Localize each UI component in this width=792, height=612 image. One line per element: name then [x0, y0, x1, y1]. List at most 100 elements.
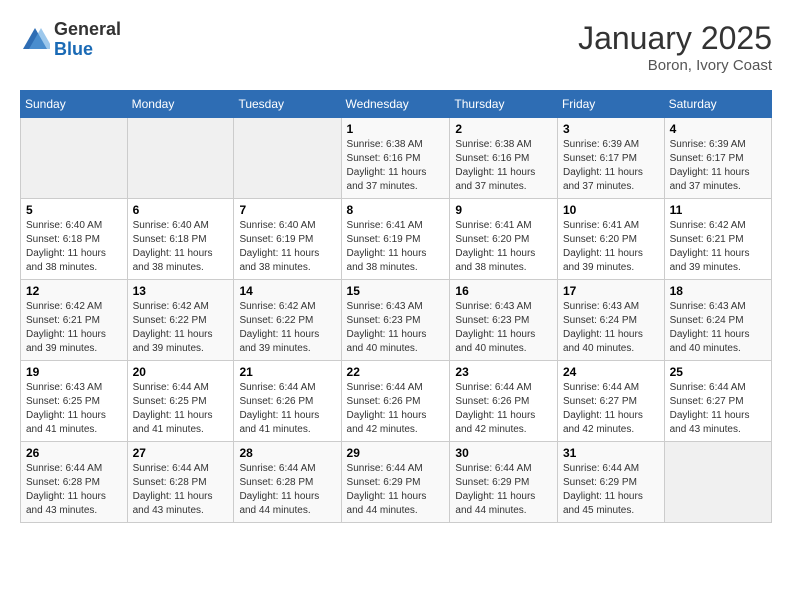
day-number: 16 — [455, 284, 552, 298]
day-info: Sunrise: 6:44 AM Sunset: 6:28 PM Dayligh… — [133, 462, 229, 518]
day-number: 6 — [133, 203, 229, 217]
day-info: Sunrise: 6:44 AM Sunset: 6:28 PM Dayligh… — [239, 462, 335, 518]
day-number: 7 — [239, 203, 335, 217]
calendar-header-cell: Saturday — [664, 91, 771, 118]
day-info: Sunrise: 6:40 AM Sunset: 6:18 PM Dayligh… — [133, 219, 229, 275]
calendar-day-cell — [234, 118, 341, 199]
day-info: Sunrise: 6:40 AM Sunset: 6:18 PM Dayligh… — [26, 219, 122, 275]
day-info: Sunrise: 6:44 AM Sunset: 6:27 PM Dayligh… — [563, 381, 659, 437]
calendar-day-cell: 20 Sunrise: 6:44 AM Sunset: 6:25 PM Dayli… — [127, 361, 234, 442]
day-info: Sunrise: 6:43 AM Sunset: 6:24 PM Dayligh… — [563, 300, 659, 356]
calendar-day-cell: 12Sunrise: 6:42 AM Sunset: 6:21 PM Dayli… — [21, 280, 128, 361]
day-info: Sunrise: 6:44 AM Sunset: 6:29 PM Dayligh… — [563, 462, 659, 518]
calendar-day-cell: 21Sunrise: 6:44 AM Sunset: 6:26 PM Dayli… — [234, 361, 341, 442]
calendar-day-cell: 15 Sunrise: 6:43 AM Sunset: 6:23 PM Dayli… — [341, 280, 450, 361]
month-title: January 2025 — [578, 20, 772, 57]
day-info: Sunrise: 6:38 AM Sunset: 6:16 PM Dayligh… — [455, 138, 552, 194]
calendar-header-cell: Thursday — [450, 91, 558, 118]
calendar-day-cell: 3 Sunrise: 6:39 AM Sunset: 6:17 PM Daylig… — [557, 118, 664, 199]
day-number: 1 — [347, 122, 445, 136]
day-number: 18 — [670, 284, 766, 298]
calendar-header-row: SundayMondayTuesdayWednesdayThursdayFrid… — [21, 91, 772, 118]
calendar-day-cell — [664, 442, 771, 523]
calendar-day-cell: 19Sunrise: 6:43 AM Sunset: 6:25 PM Dayli… — [21, 361, 128, 442]
calendar-body: 1 Sunrise: 6:38 AM Sunset: 6:16 PM Daylig… — [21, 118, 772, 523]
calendar-day-cell: 18 Sunrise: 6:43 AM Sunset: 6:24 PM Dayli… — [664, 280, 771, 361]
calendar-header-cell: Sunday — [21, 91, 128, 118]
calendar-header-cell: Wednesday — [341, 91, 450, 118]
logo: General Blue — [20, 20, 121, 60]
day-number: 2 — [455, 122, 552, 136]
calendar-day-cell: 16 Sunrise: 6:43 AM Sunset: 6:23 PM Dayli… — [450, 280, 558, 361]
day-info: Sunrise: 6:44 AM Sunset: 6:25 PM Dayligh… — [133, 381, 229, 437]
day-number: 4 — [670, 122, 766, 136]
calendar-day-cell: 25 Sunrise: 6:44 AM Sunset: 6:27 PM Dayli… — [664, 361, 771, 442]
calendar-day-cell: 6 Sunrise: 6:40 AM Sunset: 6:18 PM Daylig… — [127, 199, 234, 280]
day-info: Sunrise: 6:43 AM Sunset: 6:23 PM Dayligh… — [455, 300, 552, 356]
day-info: Sunrise: 6:43 AM Sunset: 6:23 PM Dayligh… — [347, 300, 445, 356]
calendar-day-cell: 1 Sunrise: 6:38 AM Sunset: 6:16 PM Daylig… — [341, 118, 450, 199]
logo-general: General — [54, 20, 121, 40]
day-info: Sunrise: 6:39 AM Sunset: 6:17 PM Dayligh… — [563, 138, 659, 194]
page-header: General Blue January 2025 Boron, Ivory C… — [20, 20, 772, 74]
day-info: Sunrise: 6:44 AM Sunset: 6:26 PM Dayligh… — [347, 381, 445, 437]
calendar-week-row: 26 Sunrise: 6:44 AM Sunset: 6:28 PM Dayli… — [21, 442, 772, 523]
day-number: 27 — [133, 446, 229, 460]
calendar-day-cell: 8Sunrise: 6:41 AM Sunset: 6:19 PM Daylig… — [341, 199, 450, 280]
day-number: 28 — [239, 446, 335, 460]
day-number: 19 — [26, 365, 122, 379]
day-number: 3 — [563, 122, 659, 136]
title-area: January 2025 Boron, Ivory Coast — [578, 20, 772, 74]
day-number: 22 — [347, 365, 445, 379]
calendar-day-cell — [21, 118, 128, 199]
calendar-day-cell: 10 Sunrise: 6:41 AM Sunset: 6:20 PM Dayli… — [557, 199, 664, 280]
calendar-day-cell: 2 Sunrise: 6:38 AM Sunset: 6:16 PM Daylig… — [450, 118, 558, 199]
day-number: 9 — [455, 203, 552, 217]
location: Boron, Ivory Coast — [578, 57, 772, 74]
calendar-day-cell: 9 Sunrise: 6:41 AM Sunset: 6:20 PM Daylig… — [450, 199, 558, 280]
calendar-week-row: 5 Sunrise: 6:40 AM Sunset: 6:18 PM Daylig… — [21, 199, 772, 280]
day-info: Sunrise: 6:44 AM Sunset: 6:29 PM Dayligh… — [347, 462, 445, 518]
calendar-day-cell: 4Sunrise: 6:39 AM Sunset: 6:17 PM Daylig… — [664, 118, 771, 199]
day-info: Sunrise: 6:41 AM Sunset: 6:20 PM Dayligh… — [563, 219, 659, 275]
calendar-week-row: 1 Sunrise: 6:38 AM Sunset: 6:16 PM Daylig… — [21, 118, 772, 199]
day-info: Sunrise: 6:42 AM Sunset: 6:21 PM Dayligh… — [26, 300, 122, 356]
day-number: 26 — [26, 446, 122, 460]
day-info: Sunrise: 6:44 AM Sunset: 6:28 PM Dayligh… — [26, 462, 122, 518]
day-info: Sunrise: 6:44 AM Sunset: 6:26 PM Dayligh… — [239, 381, 335, 437]
day-number: 5 — [26, 203, 122, 217]
calendar-header-cell: Monday — [127, 91, 234, 118]
day-number: 17 — [563, 284, 659, 298]
day-info: Sunrise: 6:43 AM Sunset: 6:24 PM Dayligh… — [670, 300, 766, 356]
calendar-day-cell — [127, 118, 234, 199]
calendar-day-cell: 17 Sunrise: 6:43 AM Sunset: 6:24 PM Dayli… — [557, 280, 664, 361]
calendar-day-cell: 23 Sunrise: 6:44 AM Sunset: 6:26 PM Dayli… — [450, 361, 558, 442]
calendar-day-cell: 11Sunrise: 6:42 AM Sunset: 6:21 PM Dayli… — [664, 199, 771, 280]
day-number: 24 — [563, 365, 659, 379]
day-number: 25 — [670, 365, 766, 379]
logo-blue: Blue — [54, 40, 121, 60]
calendar-table: SundayMondayTuesdayWednesdayThursdayFrid… — [20, 90, 772, 523]
day-number: 30 — [455, 446, 552, 460]
calendar-day-cell: 22 Sunrise: 6:44 AM Sunset: 6:26 PM Dayli… — [341, 361, 450, 442]
calendar-week-row: 12Sunrise: 6:42 AM Sunset: 6:21 PM Dayli… — [21, 280, 772, 361]
calendar-day-cell: 26 Sunrise: 6:44 AM Sunset: 6:28 PM Dayli… — [21, 442, 128, 523]
day-info: Sunrise: 6:41 AM Sunset: 6:20 PM Dayligh… — [455, 219, 552, 275]
day-number: 20 — [133, 365, 229, 379]
day-info: Sunrise: 6:42 AM Sunset: 6:22 PM Dayligh… — [239, 300, 335, 356]
calendar-day-cell: 30Sunrise: 6:44 AM Sunset: 6:29 PM Dayli… — [450, 442, 558, 523]
calendar-day-cell: 13 Sunrise: 6:42 AM Sunset: 6:22 PM Dayli… — [127, 280, 234, 361]
day-number: 13 — [133, 284, 229, 298]
day-number: 15 — [347, 284, 445, 298]
day-info: Sunrise: 6:38 AM Sunset: 6:16 PM Dayligh… — [347, 138, 445, 194]
logo-text: General Blue — [54, 20, 121, 60]
day-info: Sunrise: 6:44 AM Sunset: 6:26 PM Dayligh… — [455, 381, 552, 437]
calendar-day-cell: 5 Sunrise: 6:40 AM Sunset: 6:18 PM Daylig… — [21, 199, 128, 280]
day-info: Sunrise: 6:42 AM Sunset: 6:21 PM Dayligh… — [670, 219, 766, 275]
day-number: 23 — [455, 365, 552, 379]
day-number: 10 — [563, 203, 659, 217]
calendar-day-cell: 7Sunrise: 6:40 AM Sunset: 6:19 PM Daylig… — [234, 199, 341, 280]
day-info: Sunrise: 6:42 AM Sunset: 6:22 PM Dayligh… — [133, 300, 229, 356]
day-info: Sunrise: 6:44 AM Sunset: 6:27 PM Dayligh… — [670, 381, 766, 437]
calendar-day-cell: 27 Sunrise: 6:44 AM Sunset: 6:28 PM Dayli… — [127, 442, 234, 523]
